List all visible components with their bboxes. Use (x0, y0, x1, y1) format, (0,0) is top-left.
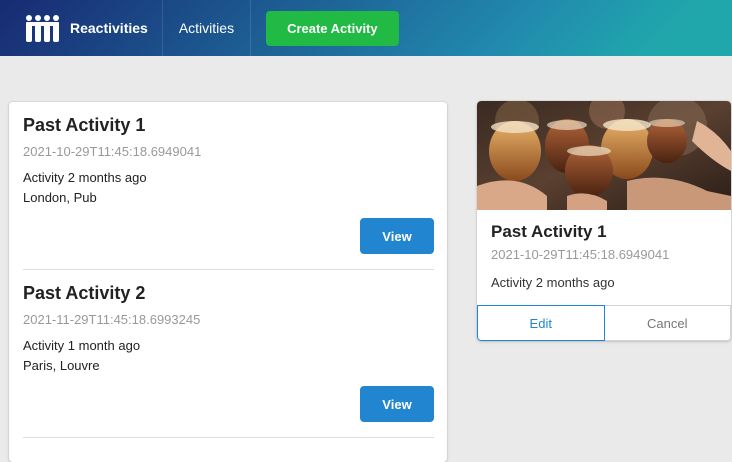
item-divider (23, 269, 434, 270)
view-button[interactable]: View (360, 218, 434, 254)
activity-description: Activity 1 month ago (23, 338, 141, 353)
item-divider (23, 437, 434, 438)
nav-activities-link[interactable]: Activities (163, 0, 252, 56)
detail-description: Activity 2 months ago (491, 275, 615, 290)
activity-title[interactable]: Past Activity 2 (23, 282, 434, 304)
activity-detail-card: Past Activity 1 2021-10-29T11:45:18.6949… (477, 101, 731, 341)
activity-title[interactable]: Past Activity 1 (23, 114, 434, 136)
activity-venue: Paris, Louvre (23, 358, 100, 373)
activity-list: Past Activity 1 2021-10-29T11:45:18.6949… (9, 102, 447, 462)
activity-date: 2021-11-29T11:45:18.6993245 (23, 312, 201, 327)
detail-date: 2021-10-29T11:45:18.6949041 (491, 247, 670, 262)
activity-venue: London, Pub (23, 190, 97, 205)
drinks-photo (477, 101, 731, 210)
view-button[interactable]: View (360, 386, 434, 422)
brand-name: Reactivities (70, 20, 148, 36)
brand[interactable]: Reactivities (0, 0, 163, 56)
detail-body: Past Activity 1 2021-10-29T11:45:18.6949… (491, 222, 717, 291)
detail-button-group: Edit Cancel (477, 305, 731, 341)
activity-item: Past Activity 1 2021-10-29T11:45:18.6949… (23, 114, 434, 254)
cancel-button[interactable]: Cancel (604, 305, 731, 341)
detail-title: Past Activity 1 (491, 222, 607, 241)
edit-button[interactable]: Edit (477, 305, 605, 341)
activity-date: 2021-10-29T11:45:18.6949041 (23, 144, 202, 159)
create-activity-button[interactable]: Create Activity (266, 10, 399, 46)
activity-item: Past Activity 2 2021-11-29T11:45:18.6993… (23, 282, 434, 422)
top-navbar: Reactivities Activities Create Activity (0, 0, 732, 56)
activity-description: Activity 2 months ago (23, 170, 147, 185)
group-of-people-icon (26, 15, 59, 42)
